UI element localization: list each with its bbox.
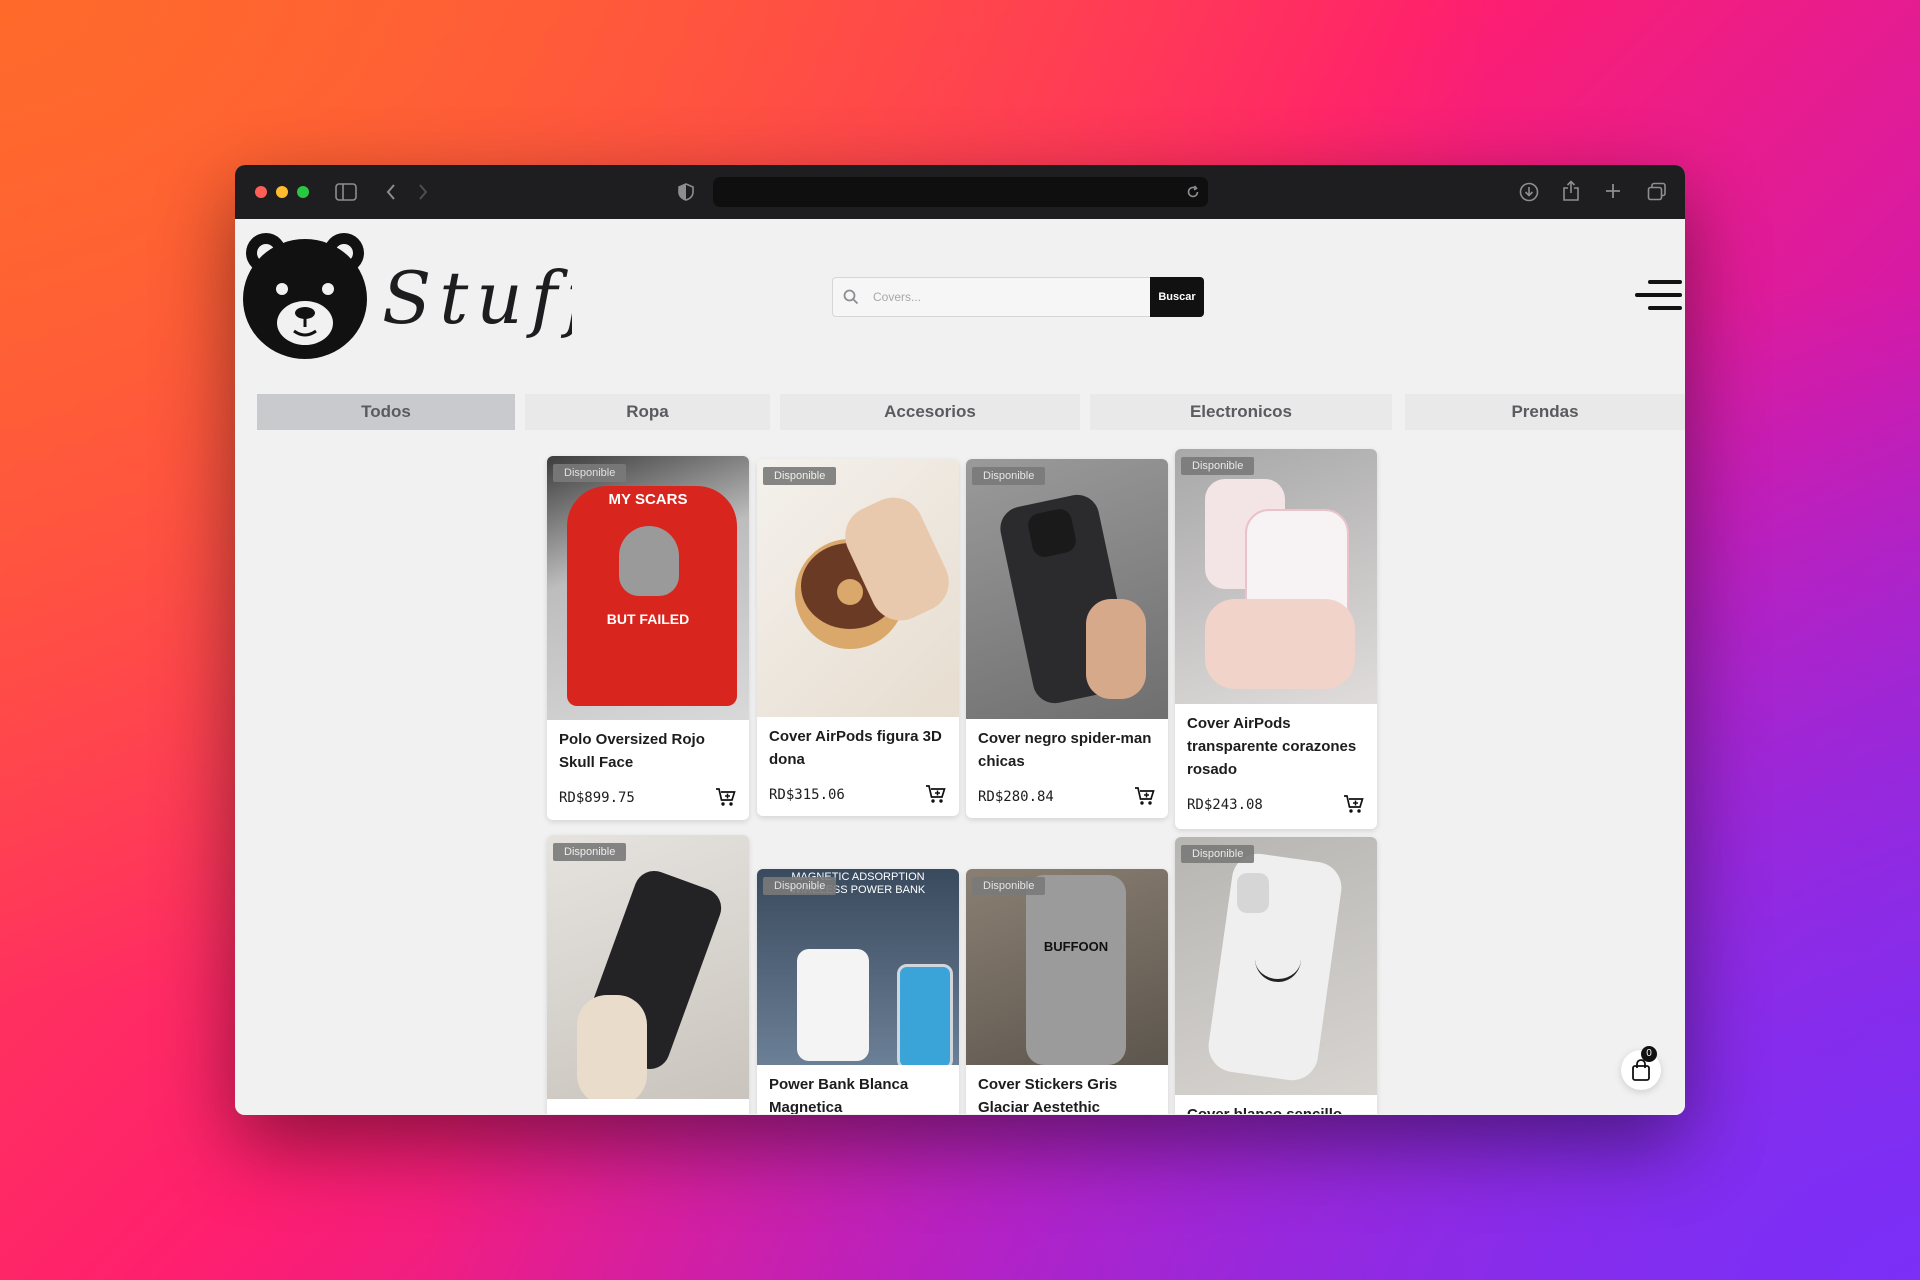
- tab-ropa[interactable]: Ropa: [525, 394, 770, 430]
- availability-badge: Disponible: [763, 877, 837, 895]
- product-image: Disponible: [1175, 837, 1377, 1095]
- share-icon[interactable]: [1562, 180, 1580, 202]
- availability-badge: Disponible: [1181, 457, 1255, 475]
- add-to-cart-icon[interactable]: [925, 783, 947, 805]
- product-name[interactable]: Cover negro spider-man chicas: [978, 727, 1158, 773]
- availability-badge: Disponible: [763, 467, 837, 485]
- product-image-text: BUT FAILED: [606, 611, 690, 627]
- tab-accesorios[interactable]: Accesorios: [780, 394, 1080, 430]
- reload-icon[interactable]: [1186, 185, 1200, 199]
- product-image: Disponible: [547, 835, 749, 1099]
- hamburger-menu-icon[interactable]: [1634, 276, 1682, 316]
- product-image: BUFFOON Disponible: [966, 869, 1168, 1065]
- back-icon[interactable]: [385, 183, 397, 201]
- new-tab-icon[interactable]: [1605, 183, 1621, 199]
- product-card[interactable]: Disponible: [547, 835, 749, 1114]
- product-image: Disponible: [1175, 449, 1377, 704]
- product-card[interactable]: MY SCARS BUT FAILED Disponible Polo Over…: [547, 456, 749, 820]
- product-name[interactable]: Polo Oversized Rojo Skull Face: [559, 728, 739, 774]
- tab-electronicos[interactable]: Electronicos: [1090, 394, 1392, 430]
- tab-todos[interactable]: Todos: [257, 394, 515, 430]
- product-name[interactable]: Cover Stickers Gris Glaciar Aestethic: [978, 1073, 1158, 1114]
- search-icon: [843, 289, 859, 305]
- product-price: RD$280.84: [978, 789, 1054, 805]
- product-name[interactable]: Cover AirPods figura 3D dona: [769, 725, 949, 771]
- product-card[interactable]: Disponible Cover AirPods transparente co…: [1175, 449, 1377, 829]
- download-icon[interactable]: [1519, 182, 1539, 202]
- product-image: MAGNETIC ADSORPTION WIRELESS POWER BANK …: [757, 869, 959, 1065]
- product-card[interactable]: Disponible Cover AirPods figura 3D dona …: [757, 459, 959, 816]
- browser-toolbar: [235, 165, 1685, 219]
- shopping-cart-button[interactable]: 0: [1621, 1046, 1661, 1090]
- search-button[interactable]: Buscar: [1150, 277, 1204, 317]
- add-to-cart-icon[interactable]: [715, 786, 737, 808]
- sidebar-toggle-icon[interactable]: [335, 183, 357, 201]
- add-to-cart-icon[interactable]: [1134, 785, 1156, 807]
- availability-badge: Disponible: [1181, 845, 1255, 863]
- availability-badge: Disponible: [972, 467, 1046, 485]
- product-card[interactable]: Disponible Cover blanco sencillo: [1175, 837, 1377, 1114]
- product-price: RD$899.75: [559, 790, 635, 806]
- product-image: Disponible: [757, 459, 959, 717]
- product-name[interactable]: Cover blanco sencillo: [1187, 1103, 1367, 1114]
- product-card[interactable]: MAGNETIC ADSORPTION WIRELESS POWER BANK …: [757, 869, 959, 1114]
- product-grid-row-2: Disponible MAGNETIC ADSORPTION WIRELESS …: [235, 820, 1685, 1114]
- close-window-button[interactable]: [255, 186, 267, 198]
- product-image: MY SCARS BUT FAILED Disponible: [547, 456, 749, 720]
- address-bar[interactable]: [713, 177, 1208, 207]
- maximize-window-button[interactable]: [297, 186, 309, 198]
- product-name[interactable]: Power Bank Blanca Magnetica: [769, 1073, 949, 1114]
- forward-icon[interactable]: [417, 183, 429, 201]
- add-to-cart-icon[interactable]: [1343, 793, 1365, 815]
- product-card[interactable]: Disponible Cover negro spider-man chicas…: [966, 459, 1168, 818]
- availability-badge: Disponible: [972, 877, 1046, 895]
- minimize-window-button[interactable]: [276, 186, 288, 198]
- product-name[interactable]: Cover AirPods transparente corazones ros…: [1187, 712, 1367, 781]
- stuff-logo[interactable]: Stuff: [242, 231, 572, 361]
- brand-name: Stuff: [382, 256, 572, 340]
- availability-badge: Disponible: [553, 843, 627, 861]
- search-placeholder: Covers...: [873, 290, 922, 304]
- product-image: Disponible: [966, 459, 1168, 719]
- cart-count-badge: 0: [1641, 1046, 1657, 1062]
- product-card[interactable]: BUFFOON Disponible Cover Stickers Gris G…: [966, 869, 1168, 1114]
- search-form: Covers... Buscar: [832, 277, 1204, 317]
- product-price: RD$315.06: [769, 787, 845, 803]
- tab-prendas[interactable]: Prendas: [1405, 394, 1685, 430]
- product-image-text: BUFFOON: [1043, 939, 1109, 954]
- shopping-bag-icon: [1632, 1059, 1650, 1081]
- product-price: RD$243.08: [1187, 797, 1263, 813]
- search-input[interactable]: Covers...: [832, 277, 1152, 317]
- product-image-text: MY SCARS: [608, 491, 688, 508]
- tab-overview-icon[interactable]: [1647, 182, 1667, 202]
- privacy-shield-icon[interactable]: [678, 183, 694, 201]
- availability-badge: Disponible: [553, 464, 627, 482]
